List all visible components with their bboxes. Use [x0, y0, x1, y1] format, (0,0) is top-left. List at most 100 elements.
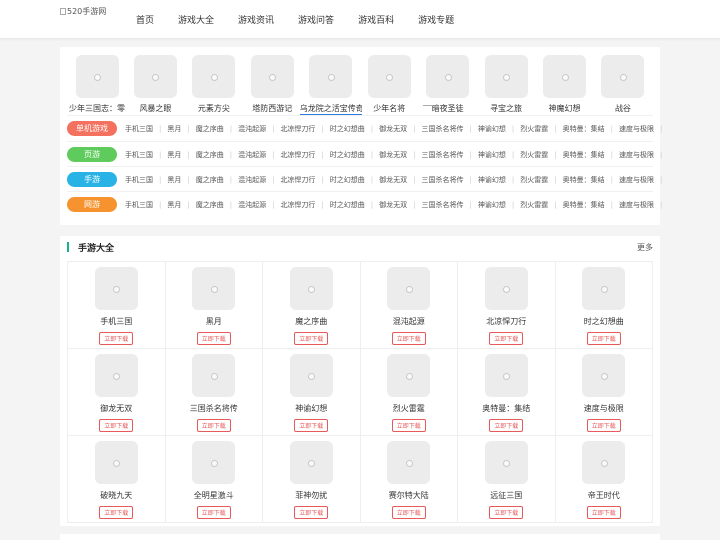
category-pill[interactable]: 网游: [67, 197, 117, 212]
featured-game[interactable]: 少年名将: [360, 55, 418, 115]
category-link[interactable]: 奥特曼：集结: [563, 200, 605, 210]
download-button[interactable]: 立即下载: [196, 419, 231, 432]
category-link[interactable]: 御龙无双: [379, 175, 407, 185]
category-link[interactable]: 三国杀名将传: [422, 124, 464, 134]
category-link[interactable]: 手机三国: [125, 200, 153, 210]
game-card[interactable]: 神谕幻想 立即下载: [263, 349, 361, 436]
category-link[interactable]: 北凉悍刀行: [280, 150, 315, 160]
category-link[interactable]: 御龙无双: [379, 200, 407, 210]
download-button[interactable]: 立即下载: [294, 506, 329, 519]
category-link[interactable]: 魔之序曲: [196, 150, 224, 160]
site-logo[interactable]: 520手游网: [60, 6, 106, 17]
category-link[interactable]: 黑月: [167, 150, 181, 160]
category-link[interactable]: 奥特曼：集结: [563, 150, 605, 160]
category-link[interactable]: 烈火雷霆: [520, 124, 548, 134]
game-card[interactable]: 速度与极限 立即下载: [555, 349, 653, 436]
nav-qa[interactable]: 游戏问答: [298, 13, 334, 26]
nav-news[interactable]: 游戏资讯: [238, 13, 274, 26]
category-link[interactable]: 魔之序曲: [196, 124, 224, 134]
category-link[interactable]: 时之幻想曲: [330, 175, 365, 185]
game-card[interactable]: 帝王时代 立即下载: [555, 436, 653, 523]
category-link[interactable]: 御龙无双: [379, 124, 407, 134]
download-button[interactable]: 立即下载: [489, 332, 524, 345]
download-button[interactable]: 立即下载: [391, 332, 426, 345]
download-button[interactable]: 立即下载: [391, 419, 426, 432]
featured-game[interactable]: 寻宝之旅: [477, 55, 535, 115]
game-card[interactable]: 赛尔特大陆 立即下载: [360, 436, 458, 523]
download-button[interactable]: 立即下载: [99, 419, 134, 432]
game-card[interactable]: 破晓九天 立即下载: [68, 436, 166, 523]
category-link[interactable]: 时之幻想曲: [330, 200, 365, 210]
download-button[interactable]: 立即下载: [586, 419, 621, 432]
more-link[interactable]: 更多: [637, 242, 653, 253]
category-link[interactable]: 黑月: [167, 124, 181, 134]
featured-game[interactable]: 塔防西游记: [243, 55, 301, 115]
category-link[interactable]: 手机三国: [125, 150, 153, 160]
category-link[interactable]: 速度与极限: [619, 150, 654, 160]
category-link[interactable]: 黑月: [167, 175, 181, 185]
category-link[interactable]: 北凉悍刀行: [280, 200, 315, 210]
category-link[interactable]: 时之幻想曲: [330, 150, 365, 160]
featured-game[interactable]: 乌龙院之活宝传奇: [299, 55, 362, 115]
category-link[interactable]: 神谕幻想: [478, 200, 506, 210]
download-button[interactable]: 立即下载: [294, 332, 329, 345]
game-card[interactable]: 全明星激斗 立即下载: [165, 436, 263, 523]
download-button[interactable]: 立即下载: [391, 506, 426, 519]
download-button[interactable]: 立即下载: [294, 419, 329, 432]
game-card[interactable]: 烈火雷霆 立即下载: [360, 349, 458, 436]
category-link[interactable]: 混沌起源: [238, 150, 266, 160]
game-card[interactable]: 奥特曼：集结 立即下载: [458, 349, 556, 436]
game-card[interactable]: 混沌起源 立即下载: [360, 262, 458, 349]
nav-topics[interactable]: 游戏专题: [418, 13, 454, 26]
game-card[interactable]: 魔之序曲 立即下载: [263, 262, 361, 349]
download-button[interactable]: 立即下载: [99, 332, 134, 345]
category-link[interactable]: 三国杀名将传: [422, 175, 464, 185]
featured-game[interactable]: 元素方尖: [185, 55, 243, 115]
download-button[interactable]: 立即下载: [586, 506, 621, 519]
category-pill[interactable]: 页游: [67, 147, 117, 162]
game-card[interactable]: 三国杀名将传 立即下载: [165, 349, 263, 436]
game-card[interactable]: 御龙无双 立即下载: [68, 349, 166, 436]
category-link[interactable]: 时之幻想曲: [330, 124, 365, 134]
category-link[interactable]: 三国杀名将传: [422, 150, 464, 160]
category-link[interactable]: 烈火雷霆: [520, 175, 548, 185]
nav-home[interactable]: 首页: [136, 13, 154, 26]
category-link[interactable]: 奥特曼：集结: [563, 124, 605, 134]
download-button[interactable]: 立即下载: [196, 506, 231, 519]
featured-game[interactable]: 少年三国志：零: [68, 55, 126, 115]
category-link[interactable]: 神谕幻想: [478, 124, 506, 134]
featured-game[interactable]: 风暴之眼: [126, 55, 184, 115]
category-link[interactable]: 神谕幻想: [478, 150, 506, 160]
category-link[interactable]: 手机三国: [125, 124, 153, 134]
category-link[interactable]: 魔之序曲: [196, 175, 224, 185]
featured-game[interactable]: 神魔幻想: [536, 55, 594, 115]
category-link[interactable]: 御龙无双: [379, 150, 407, 160]
category-link[interactable]: 魔之序曲: [196, 200, 224, 210]
category-link[interactable]: 手机三国: [125, 175, 153, 185]
game-card[interactable]: 菲神勿扰 立即下载: [263, 436, 361, 523]
download-button[interactable]: 立即下载: [196, 332, 231, 345]
category-pill[interactable]: 手游: [67, 172, 117, 187]
game-card[interactable]: 北凉悍刀行 立即下载: [458, 262, 556, 349]
category-link[interactable]: 三国杀名将传: [422, 200, 464, 210]
download-button[interactable]: 立即下载: [586, 332, 621, 345]
featured-game[interactable]: 战谷: [594, 55, 652, 115]
category-link[interactable]: 奥特曼：集结: [563, 175, 605, 185]
game-card[interactable]: 黑月 立即下载: [165, 262, 263, 349]
featured-game[interactable]: 暗夜圣徒: [419, 55, 477, 115]
download-button[interactable]: 立即下载: [489, 506, 524, 519]
category-link[interactable]: 速度与极限: [619, 124, 654, 134]
category-link[interactable]: 烈火雷霆: [520, 150, 548, 160]
category-link[interactable]: 混沌起源: [238, 200, 266, 210]
download-button[interactable]: 立即下载: [489, 419, 524, 432]
category-link[interactable]: 北凉悍刀行: [280, 175, 315, 185]
category-link[interactable]: 烈火雷霆: [520, 200, 548, 210]
category-link[interactable]: 速度与极限: [619, 200, 654, 210]
game-card[interactable]: 远征三国 立即下载: [458, 436, 556, 523]
category-pill[interactable]: 单机游戏: [67, 121, 117, 136]
download-button[interactable]: 立即下载: [99, 506, 134, 519]
game-card[interactable]: 手机三国 立即下载: [68, 262, 166, 349]
game-card[interactable]: 时之幻想曲 立即下载: [555, 262, 653, 349]
nav-games[interactable]: 游戏大全: [178, 13, 214, 26]
category-link[interactable]: 混沌起源: [238, 175, 266, 185]
